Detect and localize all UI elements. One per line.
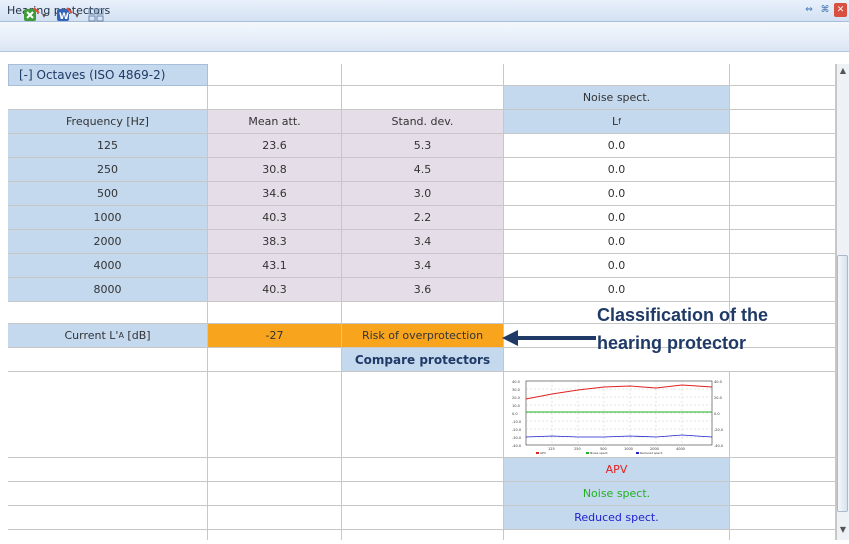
cell-lf: 0.0: [504, 158, 730, 182]
attenuation-chart-cell: 40.0 30.0 20.0 10.0 0.0 -10.0 -20.0 -30.0 -40.…: [504, 372, 730, 458]
excel-export-icon: [24, 7, 40, 21]
svg-text:-40.0: -40.0: [512, 444, 521, 448]
scroll-down-icon[interactable]: ▼: [838, 525, 848, 537]
svg-text:40.0: 40.0: [714, 380, 722, 384]
col-header-frequency: Frequency [Hz]: [8, 110, 208, 134]
cell-frequency: 500: [8, 182, 208, 206]
risk-status: Risk of overprotection: [342, 324, 504, 348]
layout-icon: [88, 8, 104, 22]
restore-icon[interactable]: ⇔: [802, 3, 816, 17]
svg-text:30.0: 30.0: [512, 388, 520, 392]
svg-text:10.0: 10.0: [512, 404, 520, 408]
cell-stand-dev: 2.2: [342, 206, 504, 230]
window-titlebar: [0, 0, 849, 22]
cell-mean-att: 34.6: [208, 182, 342, 206]
cell-stand-dev: 3.0: [342, 182, 504, 206]
cell-frequency: 8000: [8, 278, 208, 302]
section-header[interactable]: [-] Octaves (ISO 4869-2): [8, 64, 208, 86]
col-header-mean-att: Mean att.: [208, 110, 342, 134]
cell-lf: 0.0: [504, 182, 730, 206]
svg-text:-20.0: -20.0: [512, 428, 521, 432]
cell-stand-dev: 3.4: [342, 230, 504, 254]
svg-text:1000: 1000: [624, 447, 633, 451]
word-export-icon: W: [57, 7, 73, 22]
cell-frequency: 1000: [8, 206, 208, 230]
svg-text:20.0: 20.0: [512, 396, 520, 400]
svg-text:250: 250: [574, 447, 581, 451]
cell-stand-dev: 4.5: [342, 158, 504, 182]
layout-button[interactable]: [88, 5, 104, 25]
svg-text:-40.0: -40.0: [714, 444, 723, 448]
attenuation-chart: 40.0 30.0 20.0 10.0 0.0 -10.0 -20.0 -30.0 -40.…: [505, 372, 728, 457]
svg-text:Noise spect.: Noise spect.: [590, 451, 608, 455]
col-header-stand-dev: Stand. dev.: [342, 110, 504, 134]
scroll-up-icon[interactable]: ▲: [838, 66, 848, 78]
cell-mean-att: 38.3: [208, 230, 342, 254]
cell-lf: 0.0: [504, 206, 730, 230]
cell-lf: 0.0: [504, 278, 730, 302]
maximize-icon[interactable]: ⌘: [818, 3, 832, 17]
compare-protectors-button[interactable]: Compare protectors: [342, 348, 504, 372]
cell-frequency: 4000: [8, 254, 208, 278]
svg-text:125: 125: [548, 447, 555, 451]
current-la-label: Current L' A [dB]: [8, 324, 208, 348]
data-grid: [-] Octaves (ISO 4869-2) Noise spect. Fr…: [8, 64, 836, 540]
svg-text:0.0: 0.0: [714, 412, 720, 416]
cell-lf: 0.0: [504, 254, 730, 278]
cell-frequency: 2000: [8, 230, 208, 254]
excel-export-button[interactable]: ▾: [22, 5, 46, 25]
svg-text:40.0: 40.0: [512, 380, 520, 384]
annotation-line-2: hearing protector: [597, 333, 747, 353]
svg-text:0.0: 0.0: [512, 412, 518, 416]
svg-text:-30.0: -30.0: [512, 436, 521, 440]
cell-mean-att: 43.1: [208, 254, 342, 278]
svg-text:20.0: 20.0: [714, 396, 722, 400]
annotation-arrow: [502, 330, 596, 346]
cell-mean-att: 23.6: [208, 134, 342, 158]
cell-frequency: 125: [8, 134, 208, 158]
word-export-button[interactable]: W ▾: [55, 5, 79, 25]
current-la-value: -27: [208, 324, 342, 348]
cell-stand-dev: 5.3: [342, 134, 504, 158]
cell-lf: 0.0: [504, 230, 730, 254]
cell-frequency: 250: [8, 158, 208, 182]
noise-spect-header: Noise spect.: [504, 86, 730, 110]
cell-mean-att: 40.3: [208, 206, 342, 230]
cell-stand-dev: 3.4: [342, 254, 504, 278]
col-header-lf: Lf: [504, 110, 730, 134]
svg-text:Reduced spect.: Reduced spect.: [640, 451, 663, 455]
toolbar: [0, 22, 849, 52]
chevron-down-icon: ▾: [42, 10, 47, 20]
legend-apv: APV: [504, 458, 730, 482]
chevron-down-icon: ▾: [75, 10, 80, 20]
legend-reduced-spect: Reduced spect.: [504, 506, 730, 530]
cell-mean-att: 40.3: [208, 278, 342, 302]
svg-text:4000: 4000: [676, 447, 685, 451]
close-icon[interactable]: ✕: [834, 3, 847, 17]
svg-text:-10.0: -10.0: [512, 420, 521, 424]
scroll-thumb[interactable]: [837, 255, 848, 512]
cell-stand-dev: 3.6: [342, 278, 504, 302]
annotation-line-1: Classification of the: [597, 305, 769, 325]
svg-text:APV: APV: [540, 451, 547, 455]
svg-text:-20.0: -20.0: [714, 428, 723, 432]
cell-mean-att: 30.8: [208, 158, 342, 182]
legend-noise-spect: Noise spect.: [504, 482, 730, 506]
cell-lf: 0.0: [504, 134, 730, 158]
svg-text:W: W: [59, 12, 69, 22]
